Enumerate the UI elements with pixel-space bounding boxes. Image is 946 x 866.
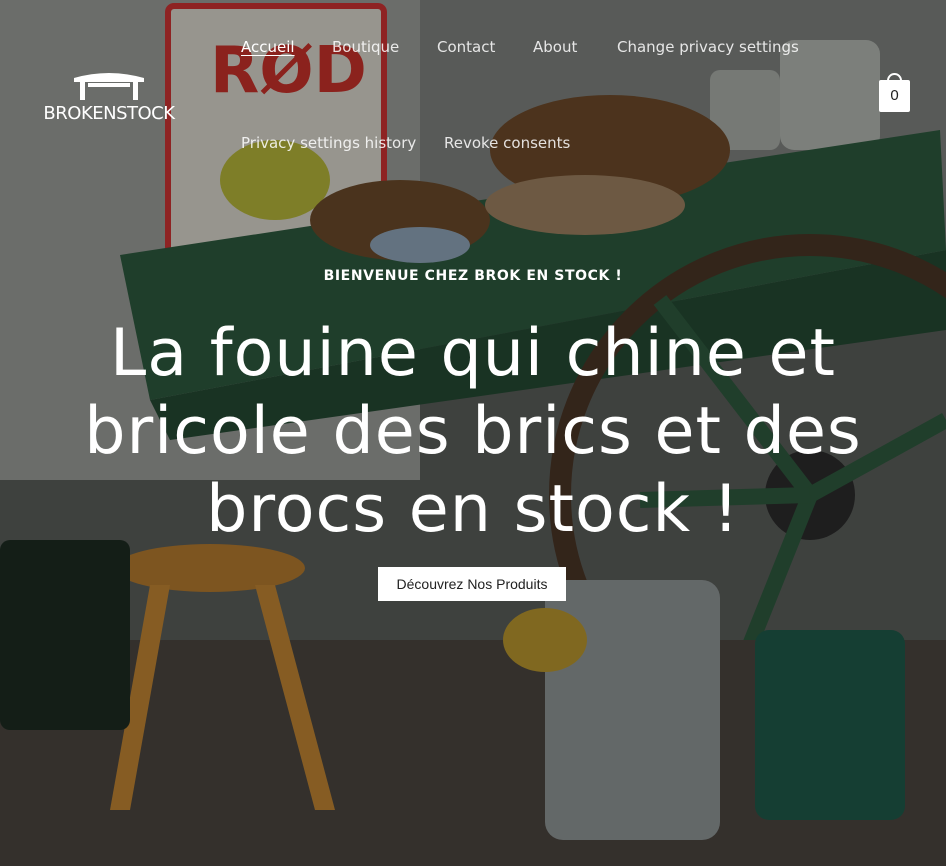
- nav-item-change-privacy-settings[interactable]: Change privacy settings: [617, 38, 799, 56]
- table-icon: [74, 73, 144, 100]
- discover-products-button[interactable]: Découvrez Nos Produits: [378, 567, 566, 601]
- cart-button[interactable]: 0: [879, 73, 910, 112]
- nav-item-accueil[interactable]: Accueil: [241, 38, 295, 56]
- shopping-bag-icon: [887, 73, 902, 85]
- hero-headline: La fouine qui chine et bricole des brics…: [84, 316, 862, 547]
- site-logo[interactable]: BROKENSTOCK: [38, 70, 180, 125]
- nav-item-contact[interactable]: Contact: [437, 38, 495, 56]
- cart-count: 0: [890, 87, 899, 104]
- nav-item-privacy-settings-history[interactable]: Privacy settings history: [241, 134, 416, 152]
- nav-item-revoke-consents[interactable]: Revoke consents: [444, 134, 570, 152]
- nav-item-about[interactable]: About: [533, 38, 577, 56]
- hero-kicker: BIENVENUE CHEZ BROK EN STOCK !: [323, 268, 623, 284]
- hero-section: RØD BROKENSTOCK Accueil Boutique Contact…: [0, 0, 946, 866]
- brand-name: BROKENSTOCK: [43, 103, 175, 124]
- nav-item-boutique[interactable]: Boutique: [332, 38, 399, 56]
